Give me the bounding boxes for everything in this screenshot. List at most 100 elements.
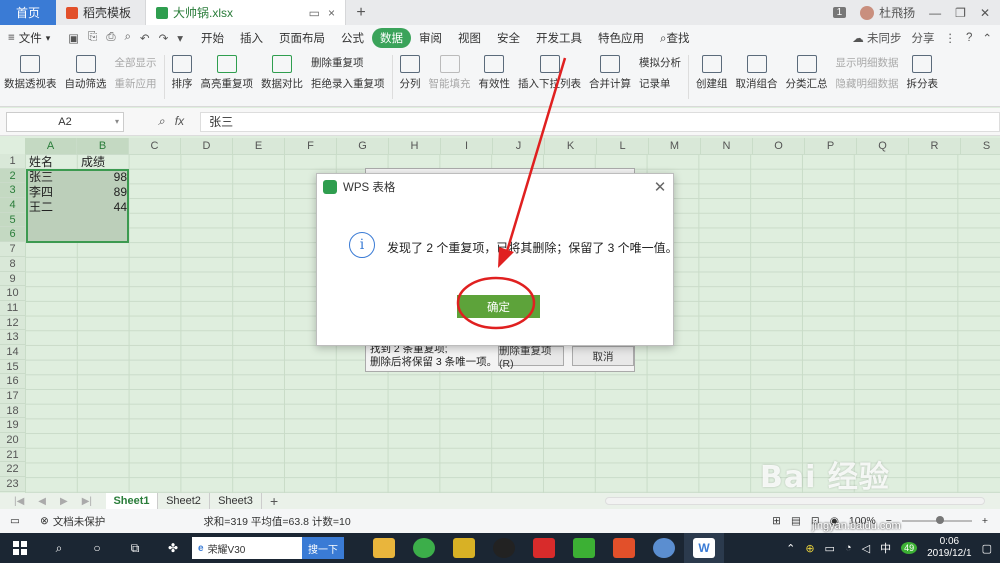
column-header[interactable]: E	[233, 138, 285, 154]
menu-page-layout[interactable]: 页面布局	[271, 28, 333, 48]
sync-status[interactable]: ☁ 未同步	[852, 30, 901, 46]
column-header[interactable]: H	[389, 138, 441, 154]
minimize-icon[interactable]: —	[929, 6, 941, 20]
more-icon[interactable]: ▾	[177, 31, 183, 45]
app-yellow-icon[interactable]	[444, 533, 484, 563]
header-score-cell[interactable]: 成绩	[81, 155, 105, 170]
row-header[interactable]: 22	[0, 462, 25, 478]
row-header[interactable]: 12	[0, 315, 25, 331]
prev-sheet-icon[interactable]: ◀	[38, 496, 46, 507]
row-header[interactable]: 20	[0, 433, 25, 448]
reject-duplicates-button[interactable]: 拒绝录入重复项	[311, 76, 385, 91]
windows-start-icon[interactable]	[0, 541, 40, 555]
record-button[interactable]: 记录单	[639, 76, 681, 91]
column-header[interactable]: K	[545, 138, 597, 154]
browser-icon[interactable]	[404, 533, 444, 563]
menu-developer[interactable]: 开发工具	[528, 28, 590, 48]
undo-icon[interactable]: ↶	[140, 31, 150, 45]
header-name-cell[interactable]: 姓名	[29, 155, 53, 170]
ok-button[interactable]: 确定	[457, 295, 540, 318]
notification-count-badge[interactable]: 49	[901, 542, 918, 554]
split-table-button[interactable]: 拆分表	[903, 55, 943, 91]
row-header[interactable]: 10	[0, 286, 25, 301]
export-pdf-icon[interactable]: ⎘	[88, 31, 97, 45]
row-header[interactable]: 13	[0, 330, 25, 345]
tab-home[interactable]: 首页	[0, 0, 56, 25]
clock[interactable]: 0:06 2019/12/1	[927, 536, 972, 560]
normal-view-icon[interactable]: ⊞	[772, 515, 781, 527]
column-header[interactable]: D	[181, 138, 233, 154]
ime-indicator[interactable]: 中	[880, 540, 891, 556]
close-tab-icon[interactable]: ×	[328, 6, 335, 20]
row-header[interactable]: 4	[0, 198, 25, 213]
name-cell[interactable]: 张三	[29, 170, 53, 185]
zoom-slider-thumb[interactable]	[935, 516, 944, 524]
simulate-button[interactable]: 模拟分析	[639, 55, 681, 70]
menu-insert[interactable]: 插入	[232, 28, 271, 48]
insert-dropdown-button[interactable]: 插入下拉列表	[514, 55, 585, 91]
monitor-icon[interactable]: ▭	[309, 6, 320, 20]
pivot-table-button[interactable]: 数据透视表	[0, 55, 61, 91]
next-sheet-icon[interactable]: ▶	[60, 496, 68, 507]
tray-app-icon[interactable]: ⊕	[805, 542, 814, 555]
row-header[interactable]: 15	[0, 359, 25, 375]
search-go-button[interactable]: 搜一下	[302, 537, 344, 559]
column-header[interactable]: A	[25, 138, 77, 154]
column-header[interactable]: G	[337, 138, 389, 154]
close-icon[interactable]: ✕	[647, 178, 673, 196]
column-header[interactable]: P	[805, 138, 857, 154]
column-header[interactable]: M	[649, 138, 701, 154]
smart-fill-button[interactable]: 智能填充	[425, 55, 475, 91]
formula-input[interactable]: 张三	[200, 111, 1000, 132]
subtotal-button[interactable]: 分类汇总	[782, 55, 832, 91]
name-box[interactable]: A2 ▾	[6, 111, 124, 132]
zoom-in-icon[interactable]: +	[982, 515, 988, 527]
split-column-button[interactable]: 分列	[396, 55, 425, 91]
sort-button[interactable]: 排序	[168, 55, 197, 91]
menu-start[interactable]: 开始	[193, 28, 232, 48]
row-header[interactable]: 9	[0, 271, 25, 287]
menu-formula[interactable]: 公式	[333, 28, 372, 48]
action-center-icon[interactable]: ▢	[982, 542, 992, 555]
row-header[interactable]: 14	[0, 344, 25, 360]
consolidate-button[interactable]: 合并计算	[585, 55, 635, 91]
file-menu[interactable]: ≡ 文件 ▾	[0, 30, 58, 46]
score-cell[interactable]: 44	[81, 200, 127, 215]
new-tab-button[interactable]: +	[346, 0, 376, 25]
wechat-icon[interactable]	[564, 533, 604, 563]
column-header[interactable]: C	[129, 138, 181, 154]
wps-taskbar-icon[interactable]: W	[684, 533, 724, 563]
taskbar-search-input[interactable]: e 荣耀V30	[192, 537, 302, 559]
name-cell[interactable]: 李四	[29, 185, 53, 200]
user-account[interactable]: 杜飛扬	[860, 4, 915, 21]
name-cell[interactable]: 王二	[29, 200, 53, 215]
row-header[interactable]: 7	[0, 242, 25, 257]
search-icon[interactable]: ⌕	[40, 541, 78, 556]
zoom-slider[interactable]	[901, 516, 972, 524]
qq-icon[interactable]	[484, 533, 524, 563]
sheet-tab-3[interactable]: Sheet3	[210, 493, 262, 509]
menu-search[interactable]: ⌕查找	[652, 28, 697, 48]
sheet-tab-2[interactable]: Sheet2	[158, 493, 210, 509]
column-header[interactable]: O	[753, 138, 805, 154]
network-icon[interactable]: ◔	[845, 542, 852, 554]
pinned-app-icon[interactable]: ✤	[154, 541, 192, 555]
delete-duplicates-button[interactable]: 删除重复项	[311, 55, 385, 70]
print-preview-icon[interactable]: ⌕	[125, 31, 131, 45]
more-options-icon[interactable]: ⋮	[944, 31, 956, 45]
tab-docer-templates[interactable]: 稻壳模板	[56, 0, 146, 25]
data-compare-button[interactable]: 数据对比	[257, 55, 307, 91]
add-sheet-button[interactable]: +	[262, 493, 286, 509]
zoom-icon[interactable]: ⌕	[158, 114, 165, 129]
maximize-icon[interactable]: ❐	[955, 6, 966, 20]
save-icon[interactable]: ▣	[68, 31, 79, 45]
print-icon[interactable]: ⎙	[106, 31, 115, 45]
row-header[interactable]: 18	[0, 403, 25, 419]
row-header[interactable]: 17	[0, 389, 25, 404]
row-header[interactable]: 11	[0, 300, 25, 316]
battery-icon[interactable]: ▭	[825, 542, 835, 555]
row-header[interactable]: 1	[0, 154, 25, 169]
horizontal-scrollbar[interactable]	[605, 497, 985, 505]
column-header[interactable]: B	[77, 138, 129, 154]
row-header[interactable]: 19	[0, 418, 25, 434]
